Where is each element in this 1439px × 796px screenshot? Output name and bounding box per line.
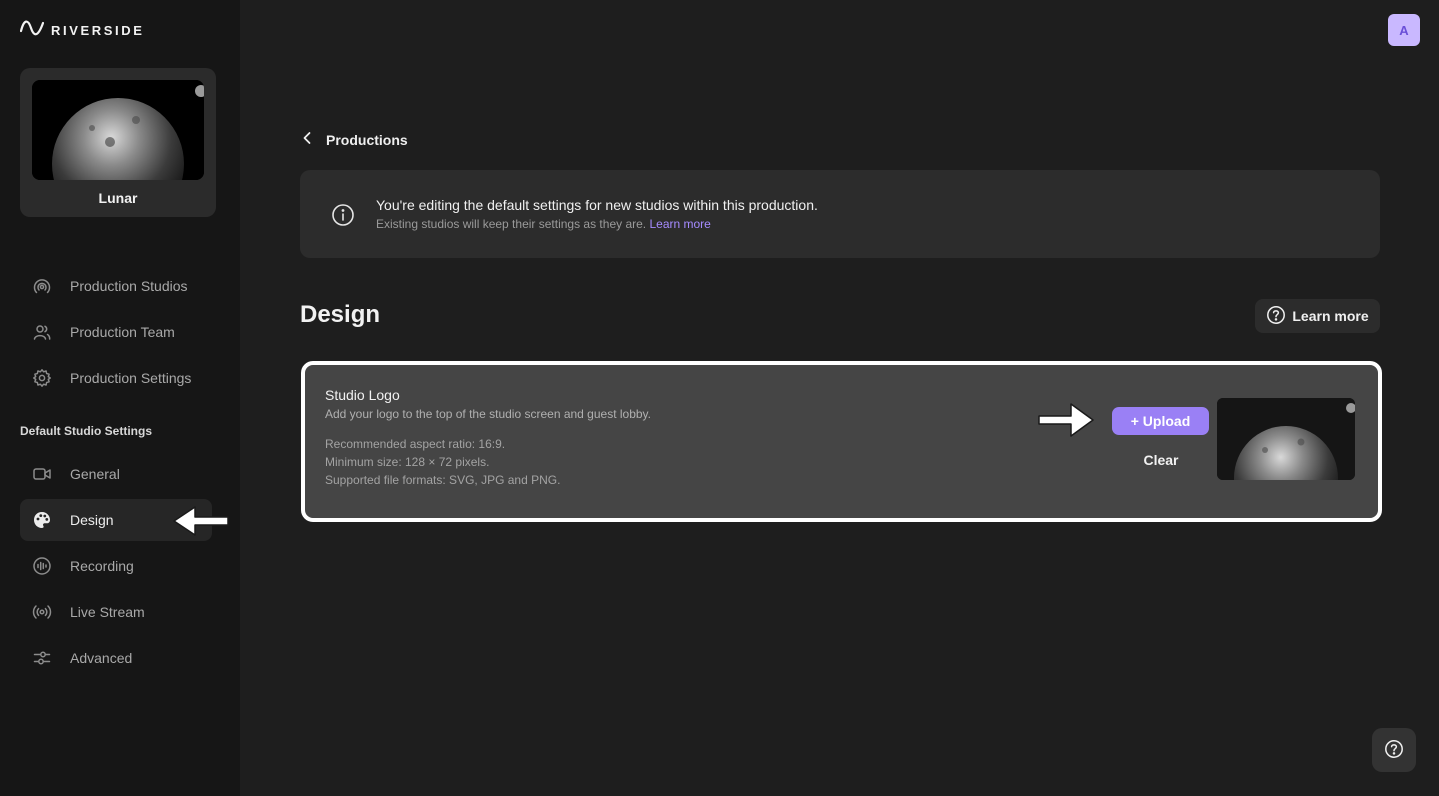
studio-logo-title: Studio Logo [325,387,400,403]
info-banner: You're editing the default settings for … [300,170,1380,258]
production-name: Lunar [98,190,138,206]
palette-icon [32,510,52,530]
breadcrumb-label: Productions [326,132,408,148]
info-icon [331,203,355,232]
learn-more-button[interactable]: Learn more [1255,299,1380,333]
question-icon [1384,739,1404,762]
sidebar-item-label: Live Stream [70,604,145,620]
banner-subtitle: Existing studios will keep their setting… [376,217,711,231]
sidebar-item-label: Recording [70,558,134,574]
sidebar-item-advanced[interactable]: Advanced [20,637,212,679]
production-thumbnail [32,80,204,180]
help-button[interactable] [1372,728,1416,772]
clear-logo-button[interactable]: Clear [1125,449,1197,471]
avatar[interactable]: A [1388,14,1420,46]
help-circle-icon [1266,305,1286,328]
sidebar-item-label: Production Studios [70,278,188,294]
sidebar-item-production-team[interactable]: Production Team [20,311,212,353]
studio-logo-description: Add your logo to the top of the studio s… [325,407,651,421]
chevron-left-icon [302,131,312,150]
sidebar: RIVERSIDE Lunar Production Studios Produ… [0,0,240,796]
brand-logo[interactable]: RIVERSIDE [19,19,145,42]
section-label-default-studio-settings: Default Studio Settings [20,424,152,438]
spec-aspect-ratio: Recommended aspect ratio: 16:9. [325,437,506,451]
sidebar-item-label: Advanced [70,650,133,666]
logo-preview-image [1217,398,1355,480]
banner-learn-more-link[interactable]: Learn more [649,217,710,231]
arrow-right-icon [1035,398,1097,447]
production-card[interactable]: Lunar [20,68,216,217]
banner-title: You're editing the default settings for … [376,197,818,213]
broadcast-icon [32,276,52,296]
wave-logo-icon [19,19,45,42]
team-icon [32,322,52,342]
upload-logo-button[interactable]: + Upload [1112,407,1209,435]
sidebar-item-production-studios[interactable]: Production Studios [20,265,212,307]
sidebar-item-label: Production Team [70,324,175,340]
gear-icon [32,368,52,388]
back-to-productions-link[interactable]: Productions [302,130,408,150]
sliders-icon [32,648,52,668]
page-title: Design [300,301,381,328]
sidebar-item-general[interactable]: General [20,453,212,495]
sidebar-item-label: Production Settings [70,370,192,386]
live-stream-icon [32,602,52,622]
brand-name: RIVERSIDE [51,22,145,38]
camera-icon [32,464,52,484]
sidebar-item-production-settings[interactable]: Production Settings [20,357,212,399]
sidebar-item-live-stream[interactable]: Live Stream [20,591,212,633]
sidebar-item-label: Design [70,512,114,528]
studio-logo-card: Studio Logo Add your logo to the top of … [301,361,1382,522]
app: RIVERSIDE Lunar Production Studios Produ… [0,0,1439,796]
waveform-icon [32,556,52,576]
learn-more-label: Learn more [1292,308,1369,324]
banner-subtitle-text: Existing studios will keep their setting… [376,217,647,231]
sidebar-item-label: General [70,466,120,482]
spec-minimum-size: Minimum size: 128 × 72 pixels. [325,455,490,469]
arrow-left-icon [170,501,230,546]
spec-file-formats: Supported file formats: SVG, JPG and PNG… [325,473,561,487]
sidebar-item-recording[interactable]: Recording [20,545,212,587]
